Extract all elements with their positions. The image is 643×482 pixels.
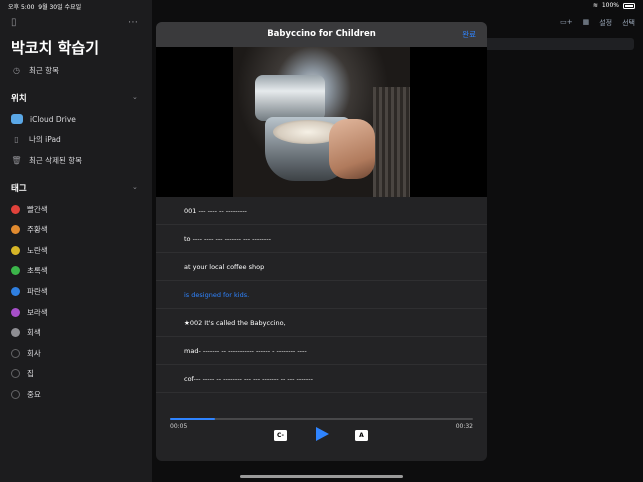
- subtitle-text: to ---- ---- --- ------- --- --------: [184, 235, 271, 243]
- total-time: 00:32: [455, 423, 473, 430]
- tag-label: 초록색: [27, 266, 48, 276]
- subtitle-text: mad- ------- -- ----------- ------ - ---…: [184, 347, 307, 355]
- tag-label: 보라색: [27, 307, 48, 317]
- icloud-icon: [11, 114, 23, 124]
- sidebar-tag-item[interactable]: 중요: [11, 386, 41, 402]
- status-date: 9월 30일 수요일: [38, 4, 82, 11]
- sidebar-tag-item[interactable]: 노란색: [11, 242, 48, 258]
- subtitle-text: cof--- ----- -- -------- --- --- -------…: [184, 375, 313, 383]
- progress-fill: [170, 418, 216, 420]
- subtitle-row[interactable]: ★002 It's called the Babyccino,: [156, 309, 487, 337]
- video-frame[interactable]: [233, 47, 410, 197]
- sidebar-item-recent[interactable]: ◷ 최근 항목: [11, 62, 59, 78]
- subtitle-text: is designed for kids.: [184, 291, 250, 299]
- sidebar-tag-item[interactable]: 회사: [11, 345, 41, 361]
- tag-dot-icon: [11, 328, 20, 338]
- sidebar-tag-item[interactable]: 회색: [11, 325, 41, 341]
- subtitle-row[interactable]: mad- ------- -- ----------- ------ - ---…: [156, 337, 487, 365]
- status-bar: 오후 5:00 9월 30일 수요일 ≋ 100%: [0, 0, 643, 12]
- tag-label: 주황색: [27, 225, 48, 235]
- tag-label: 노란색: [27, 245, 48, 255]
- tag-label: 집: [27, 369, 34, 379]
- select-button[interactable]: 선택: [622, 18, 635, 28]
- tag-dot-icon: [11, 307, 20, 317]
- done-button[interactable]: 완료: [462, 29, 476, 40]
- subtitle-row[interactable]: 001 --- ---- -- ---------: [156, 197, 487, 225]
- section-locations: 위치: [11, 94, 27, 104]
- chevron-down-icon[interactable]: ⌄: [132, 183, 138, 191]
- section-tags: 태그: [11, 184, 27, 194]
- ipad-icon: ▯: [14, 134, 19, 144]
- sidebar-item-icloud[interactable]: iCloud Drive: [11, 111, 76, 127]
- tag-dot-icon: [11, 389, 20, 399]
- tag-dot-icon: [11, 369, 20, 379]
- trash-icon: 🗑: [11, 155, 22, 165]
- tag-label: 중요: [27, 389, 41, 399]
- tag-label: 파란색: [27, 286, 48, 296]
- tag-label: 회사: [27, 348, 41, 358]
- app-title: 박코치 학습기: [11, 39, 100, 57]
- sidebar-item-recently-deleted[interactable]: 🗑 최근 삭제된 항목: [11, 152, 82, 168]
- font-size-button[interactable]: A: [355, 430, 368, 441]
- subtitle-text: at your local coffee shop: [184, 263, 265, 271]
- clock-icon: ◷: [13, 65, 20, 75]
- status-time: 오후 5:00: [8, 4, 35, 11]
- battery-icon: [623, 2, 635, 9]
- grid-view-icon[interactable]: ▦: [583, 18, 590, 28]
- tag-dot-icon: [11, 245, 20, 255]
- wifi-icon: ≋: [592, 2, 598, 9]
- sidebar-item-ipad[interactable]: ▯ 나의 iPad: [11, 131, 61, 147]
- tag-dot-icon: [11, 286, 20, 296]
- more-icon[interactable]: ⋯: [128, 17, 138, 28]
- tag-label: 빨간색: [27, 204, 48, 214]
- play-icon[interactable]: [316, 427, 329, 441]
- current-time: 00:05: [170, 423, 188, 430]
- sidebar-tag-item[interactable]: 빨간색: [11, 201, 48, 217]
- subtitle-list: 001 --- ---- -- --------- to ---- ---- --…: [156, 197, 487, 393]
- tag-dot-icon: [11, 204, 20, 214]
- tag-dot-icon: [11, 348, 20, 358]
- subtitle-row[interactable]: cof--- ----- -- -------- --- --- -------…: [156, 365, 487, 393]
- video-player-modal: Babyccino for Children 완료 001 --- ---- -…: [156, 22, 487, 461]
- modal-title: Babyccino for Children: [267, 29, 376, 39]
- tag-label: 회색: [27, 328, 41, 338]
- subtitle-text: 001 --- ---- -- ---------: [184, 207, 247, 215]
- subtitle-text: ★002 It's called the Babyccino,: [184, 319, 286, 327]
- subtitle-mode-button[interactable]: C-: [274, 430, 287, 441]
- modal-header: Babyccino for Children 완료: [156, 22, 487, 47]
- sidebar-toggle-icon[interactable]: ▯: [11, 17, 17, 28]
- new-folder-icon[interactable]: ▭+: [560, 18, 572, 28]
- tag-dot-icon: [11, 225, 20, 235]
- sidebar-tag-item[interactable]: 주황색: [11, 222, 48, 238]
- subtitle-row[interactable]: to ---- ---- --- ------- --- --------: [156, 225, 487, 253]
- video-area[interactable]: [156, 47, 487, 197]
- subtitle-row[interactable]: at your local coffee shop: [156, 253, 487, 281]
- subtitle-row[interactable]: is designed for kids.: [156, 281, 487, 309]
- tag-dot-icon: [11, 266, 20, 276]
- sidebar-tag-item[interactable]: 보라색: [11, 304, 48, 320]
- progress-bar[interactable]: [170, 418, 473, 420]
- main-toolbar: ▭+ ▦ 설정 선택: [560, 18, 635, 28]
- sidebar: ▯ ⋯ 박코치 학습기 ◷ 최근 항목 위치 ⌄ iCloud Drive ▯ …: [0, 0, 152, 482]
- sidebar-tag-item[interactable]: 집: [11, 366, 34, 382]
- search-field[interactable]: [482, 38, 634, 50]
- sidebar-tag-item[interactable]: 초록색: [11, 263, 48, 279]
- home-indicator: [240, 475, 403, 478]
- settings-button[interactable]: 설정: [599, 18, 612, 28]
- sidebar-tag-item[interactable]: 파란색: [11, 283, 48, 299]
- chevron-down-icon[interactable]: ⌄: [132, 93, 138, 101]
- battery-percent: 100%: [601, 2, 619, 9]
